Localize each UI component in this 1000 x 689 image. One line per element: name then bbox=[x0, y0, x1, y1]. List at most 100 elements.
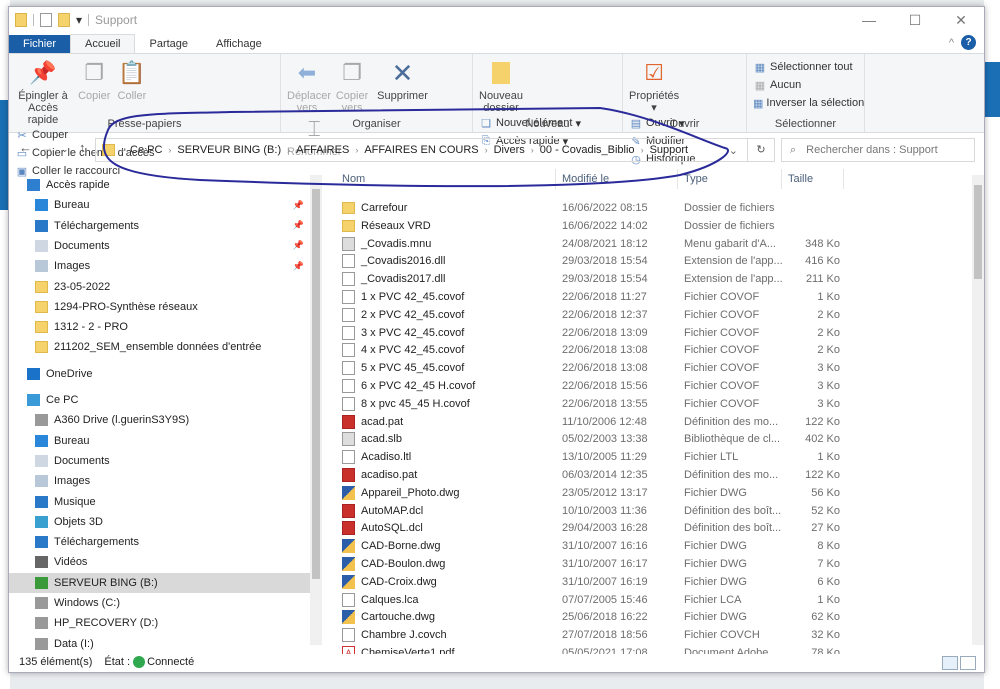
crumb[interactable]: AFFAIRES bbox=[296, 144, 349, 156]
nav-item[interactable]: Accès rapide bbox=[9, 175, 310, 195]
column-size[interactable]: Taille bbox=[782, 169, 844, 189]
file-scrollbar[interactable] bbox=[972, 175, 984, 645]
nav-item[interactable]: OneDrive bbox=[9, 364, 310, 384]
nav-item[interactable]: Windows (C:) bbox=[9, 593, 310, 613]
close-button[interactable]: ✕ bbox=[938, 7, 984, 33]
column-name[interactable]: Nom bbox=[334, 169, 556, 189]
pin-icon[interactable]: 📌 bbox=[293, 220, 304, 231]
nav-item-label: Data (I:) bbox=[54, 637, 94, 650]
forward-button[interactable]: → bbox=[41, 140, 54, 155]
file-row[interactable]: Cartouche.dwg 25/06/2018 16:22 Fichier DWG… bbox=[334, 608, 854, 626]
collapse-ribbon-icon[interactable]: ^ bbox=[949, 37, 954, 49]
tab-fichier[interactable]: Fichier bbox=[9, 35, 71, 53]
nav-item[interactable]: Data (I:) bbox=[9, 634, 310, 654]
select-none-button[interactable]: ▦ Aucun bbox=[753, 76, 858, 94]
quick-access-dropdown-icon[interactable]: ▾ bbox=[76, 13, 82, 27]
copy-button[interactable]: ❐ Copier bbox=[78, 58, 110, 103]
nav-item[interactable]: SERVEUR BING (B:) bbox=[9, 572, 310, 593]
minimize-button[interactable]: — bbox=[846, 7, 892, 33]
file-row[interactable]: Carrefour 16/06/2022 08:15 Dossier de fich… bbox=[334, 199, 854, 217]
invert-selection-button[interactable]: ▦ Inverser la sélection bbox=[753, 94, 864, 112]
file-row[interactable]: CAD-Croix.dwg 31/10/2007 16:19 Fichier DWG… bbox=[334, 573, 854, 591]
file-row[interactable]: Réseaux VRD 16/06/2022 14:02 Dossier de fi… bbox=[334, 217, 854, 235]
file-row[interactable]: Acadiso.ltl 13/10/2005 11:29 Fichier LTL 1 … bbox=[334, 448, 854, 466]
crumb[interactable]: AFFAIRES EN COURS bbox=[364, 144, 478, 156]
file-row[interactable]: acadiso.pat 06/03/2014 12:35 Définition de… bbox=[334, 466, 854, 484]
nav-item[interactable]: Objets 3D bbox=[9, 512, 310, 532]
move-to-button[interactable]: ⬅ Déplacer vers bbox=[287, 58, 331, 115]
file-row[interactable]: _Covadis2017.dll 29/03/2018 15:54 Extensio… bbox=[334, 270, 854, 288]
nav-item[interactable]: A360 Drive (l.guerinS3Y9S) bbox=[9, 410, 310, 430]
file-row[interactable]: Calques.lca 07/07/2005 15:46 Fichier LCA 1 … bbox=[334, 591, 854, 609]
file-row[interactable]: 8 x pvc 45_45 H.covof 22/06/2018 13:55 Fic… bbox=[334, 395, 854, 413]
new-folder-icon[interactable] bbox=[58, 13, 70, 27]
crumb[interactable]: 00 - Covadis_Biblio bbox=[540, 144, 635, 156]
recent-dropdown-icon[interactable]: ⌄ bbox=[61, 144, 69, 155]
nav-item[interactable]: 1312 - 2 - PRO bbox=[9, 317, 310, 337]
nav-item[interactable]: Ce PC bbox=[9, 390, 310, 410]
pin-quick-access-button[interactable]: 📌 Épingler à Accès rapide bbox=[15, 58, 71, 127]
tiles-view-button[interactable] bbox=[960, 656, 976, 670]
file-row[interactable]: AutoSQL.dcl 29/04/2003 16:28 Définition de… bbox=[334, 519, 854, 537]
nav-item[interactable]: 23-05-2022 bbox=[9, 277, 310, 297]
file-row[interactable]: AutoMAP.dcl 10/10/2003 11:36 Définition de… bbox=[334, 502, 854, 520]
help-icon[interactable]: ? bbox=[961, 35, 976, 50]
crumb[interactable]: SERVEUR BING (B:) bbox=[177, 144, 281, 156]
nav-item[interactable]: Musique bbox=[9, 492, 310, 512]
file-row[interactable]: _Covadis.mnu 24/08/2021 18:12 Menu gabarit… bbox=[334, 235, 854, 253]
column-modified[interactable]: Modifié le bbox=[556, 169, 678, 189]
column-type[interactable]: Type bbox=[678, 169, 782, 189]
file-row[interactable]: Chambre J.covch 27/07/2018 18:56 Fichier C… bbox=[334, 626, 854, 644]
new-folder-button[interactable]: Nouveau dossier bbox=[479, 58, 523, 114]
tab-partage[interactable]: Partage bbox=[135, 35, 202, 53]
crumb[interactable]: Divers bbox=[494, 144, 525, 156]
refresh-button[interactable]: ↻ bbox=[747, 138, 775, 162]
pin-icon[interactable]: 📌 bbox=[293, 200, 304, 211]
nav-item-label: 23-05-2022 bbox=[54, 280, 111, 293]
nav-scrollbar[interactable] bbox=[310, 175, 322, 645]
nav-item[interactable]: Bureau 📌 bbox=[9, 195, 310, 215]
search-input[interactable]: ⌕ Rechercher dans : Support bbox=[781, 138, 975, 162]
nav-item[interactable]: Documents 📌 bbox=[9, 236, 310, 256]
file-row[interactable]: acad.pat 11/10/2006 12:48 Définition des m… bbox=[334, 413, 854, 431]
copy-to-button[interactable]: ❐ Copier vers bbox=[334, 58, 370, 115]
delete-button[interactable]: ✕ Supprimer bbox=[377, 58, 428, 102]
crumb[interactable]: Ce PC bbox=[130, 144, 162, 156]
file-row[interactable]: 5 x PVC 45_45.covof 22/06/2018 13:08 Fichi… bbox=[334, 359, 854, 377]
up-button[interactable]: ↑ bbox=[79, 140, 86, 155]
file-row[interactable]: acad.slb 05/02/2003 13:38 Bibliothèque de … bbox=[334, 430, 854, 448]
nav-item[interactable]: Téléchargements bbox=[9, 532, 310, 552]
file-row[interactable]: 2 x PVC 42_45.covof 22/06/2018 12:37 Fichi… bbox=[334, 306, 854, 324]
pin-icon[interactable]: 📌 bbox=[293, 240, 304, 251]
file-row[interactable]: _Covadis2016.dll 29/03/2018 15:54 Extensio… bbox=[334, 252, 854, 270]
tab-accueil[interactable]: Accueil bbox=[70, 34, 136, 53]
file-row[interactable]: 1 x PVC 42_45.covof 22/06/2018 11:27 Fichi… bbox=[334, 288, 854, 306]
properties-button[interactable]: ☑ Propriétés ▾ bbox=[629, 58, 679, 115]
details-view-button[interactable] bbox=[942, 656, 958, 670]
file-row[interactable]: 3 x PVC 42_45.covof 22/06/2018 13:09 Fichi… bbox=[334, 324, 854, 342]
breadcrumb[interactable]: › Ce PC › SERVEUR BING (B:) › AFFAIRES › AFF… bbox=[95, 138, 775, 162]
file-row[interactable]: Appareil_Photo.dwg 23/05/2012 13:17 Fichie… bbox=[334, 484, 854, 502]
nav-item[interactable]: Documents bbox=[9, 451, 310, 471]
nav-item[interactable]: 1294-PRO-Synthèse réseaux bbox=[9, 297, 310, 317]
crumb[interactable]: Support bbox=[650, 144, 689, 156]
file-row[interactable]: CAD-Borne.dwg 31/10/2007 16:16 Fichier DWG… bbox=[334, 537, 854, 555]
nav-item[interactable]: 211202_SEM_ensemble données d'entrée bbox=[9, 337, 310, 357]
address-dropdown-icon[interactable]: ⌄ bbox=[729, 144, 738, 157]
nav-item[interactable]: Images 📌 bbox=[9, 256, 310, 276]
back-button[interactable]: ← bbox=[19, 140, 32, 155]
tab-affichage[interactable]: Affichage bbox=[202, 35, 276, 53]
nav-item[interactable]: Bureau bbox=[9, 431, 310, 451]
maximize-button[interactable]: ☐ bbox=[892, 7, 938, 33]
properties-check-icon[interactable] bbox=[40, 13, 52, 27]
file-row[interactable]: 6 x PVC 42_45 H.covof 22/06/2018 15:56 Fic… bbox=[334, 377, 854, 395]
nav-item[interactable]: Vidéos bbox=[9, 552, 310, 572]
file-row[interactable]: CAD-Boulon.dwg 31/10/2007 16:17 Fichier DW… bbox=[334, 555, 854, 573]
file-row[interactable]: 4 x PVC 42_45.covof 22/06/2018 13:08 Fichi… bbox=[334, 341, 854, 359]
select-all-button[interactable]: ▦ Sélectionner tout bbox=[753, 58, 858, 76]
nav-item[interactable]: HP_RECOVERY (D:) bbox=[9, 613, 310, 633]
pin-icon[interactable]: 📌 bbox=[293, 261, 304, 272]
nav-item[interactable]: Téléchargements 📌 bbox=[9, 216, 310, 236]
paste-button[interactable]: 📋 Coller bbox=[118, 58, 147, 103]
nav-item[interactable]: Images bbox=[9, 471, 310, 491]
